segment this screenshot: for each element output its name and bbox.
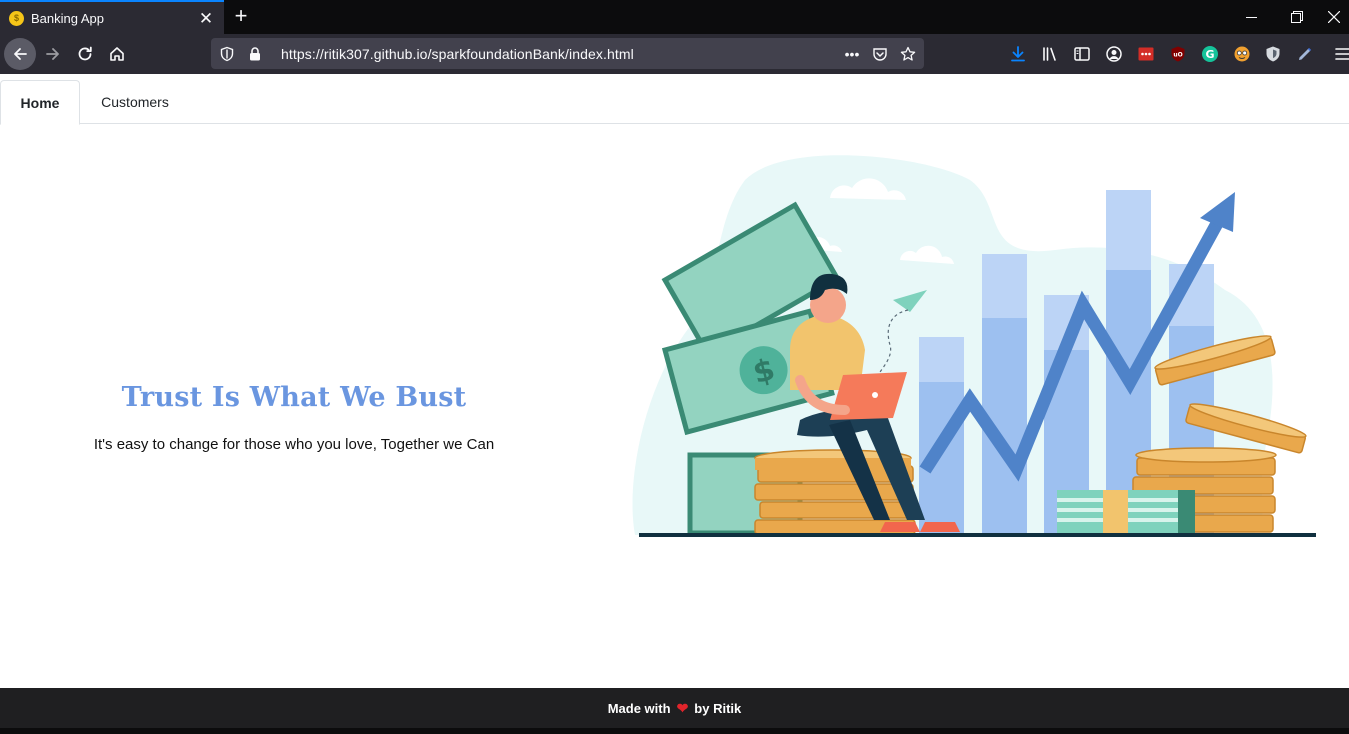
menu-icon[interactable]	[1333, 44, 1349, 64]
page-actions-icon[interactable]: •••	[838, 40, 866, 68]
browser-tab-strip: $ Banking App ✕ +	[0, 0, 1349, 34]
lock-icon[interactable]	[241, 40, 269, 68]
footer-suffix: by Ritik	[694, 700, 742, 716]
lastpass-icon[interactable]	[1136, 44, 1156, 64]
download-icon[interactable]	[1008, 44, 1028, 64]
account-icon[interactable]	[1104, 44, 1124, 64]
url-text[interactable]: https://ritik307.github.io/sparkfoundati…	[281, 46, 838, 62]
browser-tab[interactable]: $ Banking App ✕	[0, 0, 224, 34]
restore-icon[interactable]	[1274, 0, 1320, 34]
heart-icon: ❤	[676, 699, 689, 716]
favicon-icon: $	[9, 10, 24, 26]
tab-customers[interactable]: Customers	[88, 80, 182, 124]
back-arrow-icon[interactable]	[4, 38, 36, 70]
library-icon[interactable]	[1040, 44, 1060, 64]
hero-subtitle: It's easy to change for those who you lo…	[93, 436, 495, 453]
bottom-strip	[0, 728, 1349, 734]
svg-text:G: G	[1205, 48, 1214, 61]
minimize-icon[interactable]	[1228, 0, 1274, 34]
pocket-icon[interactable]	[866, 40, 894, 68]
browser-toolbar: https://ritik307.github.io/sparkfoundati…	[0, 34, 1349, 74]
close-window-icon[interactable]	[1319, 0, 1349, 34]
pen-tool-icon[interactable]	[1295, 44, 1315, 64]
reload-icon[interactable]	[69, 38, 101, 70]
privacy-shield-icon[interactable]	[1263, 44, 1283, 64]
footer: Made with ❤ by Ritik	[0, 688, 1349, 728]
close-tab-icon[interactable]: ✕	[194, 10, 218, 27]
tab-title: Banking App	[31, 10, 105, 26]
home-icon[interactable]	[101, 38, 133, 70]
forward-arrow-icon[interactable]	[37, 38, 69, 70]
shield-icon[interactable]	[213, 40, 241, 68]
sidebar-icon[interactable]	[1072, 44, 1092, 64]
page-nav-tabs: Home Customers	[0, 80, 1349, 125]
finance-growth-illustration: $	[632, 155, 1316, 537]
footer-prefix: Made with	[607, 700, 671, 716]
tab-home[interactable]: Home	[0, 80, 80, 125]
hero-title: Trust Is What We Bust	[121, 382, 467, 413]
extension-face-icon[interactable]	[1232, 44, 1252, 64]
svg-text:uO: uO	[1173, 52, 1182, 59]
address-bar[interactable]: https://ritik307.github.io/sparkfoundati…	[211, 38, 924, 69]
grammarly-icon[interactable]: G	[1200, 44, 1220, 64]
ublock-icon[interactable]: uO	[1168, 44, 1188, 64]
bookmark-star-icon[interactable]	[894, 40, 922, 68]
new-tab-icon[interactable]: +	[229, 5, 253, 29]
